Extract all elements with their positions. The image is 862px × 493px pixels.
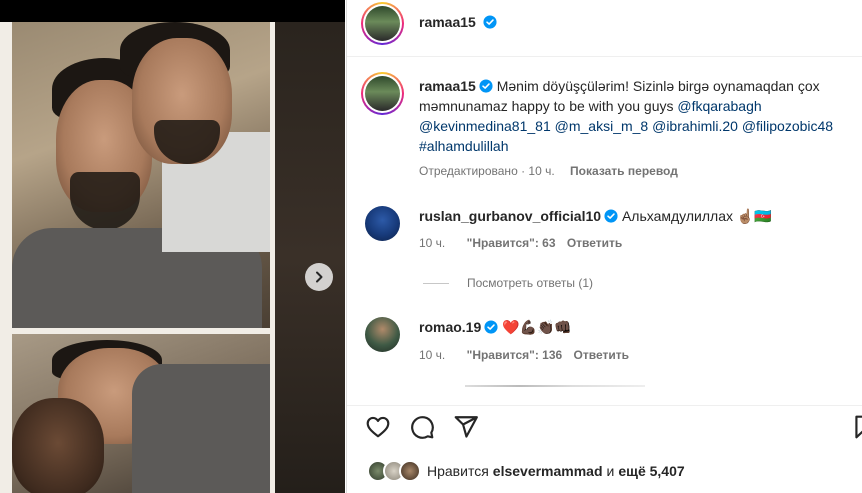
author-avatar[interactable] — [361, 2, 404, 45]
next-arrow-icon — [316, 271, 323, 283]
comment-meta: 10 ч. "Нравится": 136 Ответить — [419, 348, 629, 362]
post-header: ramaa15 — [347, 0, 862, 57]
hashtag-link[interactable]: #alhamdulillah — [419, 138, 509, 154]
comment-username[interactable]: ruslan_gurbanov_official10 — [419, 208, 601, 224]
edited-label: Отредактировано — [419, 164, 518, 178]
mention-link[interactable]: @fkqarabagh — [677, 98, 761, 114]
selfie-photo-bottom — [12, 334, 270, 493]
post-time: 10 ч. — [528, 164, 555, 178]
verified-icon — [604, 209, 618, 223]
post-details-panel: ramaa15 ramaa15 Mənim döyüşçülərim! Sizi… — [346, 0, 862, 493]
bookmark-icon[interactable] — [851, 414, 862, 440]
author-username[interactable]: ramaa15 — [419, 14, 476, 30]
caption-username[interactable]: ramaa15 — [419, 78, 476, 94]
post-media — [0, 0, 345, 493]
comment-username[interactable]: romao.19 — [419, 319, 481, 335]
comment-text-row: ruslan_gurbanov_official10 Альхамдулилла… — [419, 206, 772, 226]
mention-link[interactable]: @ibrahimli.20 — [652, 118, 738, 134]
verified-icon — [479, 79, 493, 93]
comment-likes-count[interactable]: "Нравится": 63 — [467, 236, 556, 250]
caption-author-avatar[interactable] — [361, 72, 404, 115]
photo-beard — [70, 172, 140, 230]
reply-button[interactable]: Ответить — [574, 348, 629, 362]
reply-button[interactable]: Ответить — [567, 236, 622, 250]
media-background — [275, 22, 345, 493]
post-caption: ramaa15 Mənim döyüşçülərim! Sizinlə birg… — [419, 76, 862, 156]
caption-meta: Отредактировано · 10 ч. Показать перевод — [419, 164, 678, 178]
share-icon[interactable] — [453, 414, 479, 440]
comment-icon[interactable] — [409, 414, 435, 440]
translate-button[interactable]: Показать перевод — [570, 164, 678, 178]
comment-text-row: romao.19 ❤️💪🏿👏🏿👊🏿 — [419, 317, 572, 337]
likes-connector: и — [606, 463, 615, 479]
commenter-avatar[interactable] — [365, 317, 400, 352]
liker-avatar[interactable] — [399, 460, 421, 482]
heart-icon[interactable] — [365, 414, 391, 440]
view-replies-label: Посмотреть ответы (1) — [467, 276, 594, 290]
photo-shirt — [132, 364, 270, 493]
verified-icon — [483, 15, 497, 29]
mention-link[interactable]: @filipozobic48 — [742, 118, 833, 134]
comment-emoji: ❤️💪🏿👏🏿👊🏿 — [502, 319, 572, 335]
post-actions-bar: Нравится elsevermammad и ещё 5,407 — [347, 405, 862, 493]
comment-text: Альхамдулиллах — [621, 208, 733, 224]
comment-time: 10 ч. — [419, 348, 446, 362]
mention-link[interactable]: @m_aksi_m_8 — [555, 118, 649, 134]
comment-meta: 10 ч. "Нравится": 63 Ответить — [419, 236, 622, 250]
clipped-next-row — [419, 380, 719, 392]
comment-likes-count[interactable]: "Нравится": 136 — [467, 348, 563, 362]
verified-icon — [484, 320, 498, 334]
media-top-bar — [0, 0, 345, 22]
commenter-avatar[interactable] — [365, 206, 400, 241]
liker-avatars — [367, 460, 423, 482]
view-replies-button[interactable]: Посмотреть ответы (1) — [423, 276, 593, 290]
selfie-photo-top — [12, 22, 270, 328]
comment-emoji: ☝🏽🇦🇿 — [736, 208, 772, 224]
next-photo-button[interactable] — [305, 263, 333, 291]
mention-link[interactable]: @kevinmedina81_81 — [419, 118, 551, 134]
liker-username[interactable]: elsevermammad — [493, 463, 603, 479]
likes-prefix: Нравится — [427, 463, 489, 479]
comment-time: 10 ч. — [419, 236, 446, 250]
photo-face — [12, 398, 104, 493]
likes-summary: Нравится elsevermammad и ещё 5,407 — [367, 460, 685, 482]
likes-others-count[interactable]: ещё 5,407 — [618, 463, 684, 479]
view-replies-divider — [423, 282, 449, 284]
